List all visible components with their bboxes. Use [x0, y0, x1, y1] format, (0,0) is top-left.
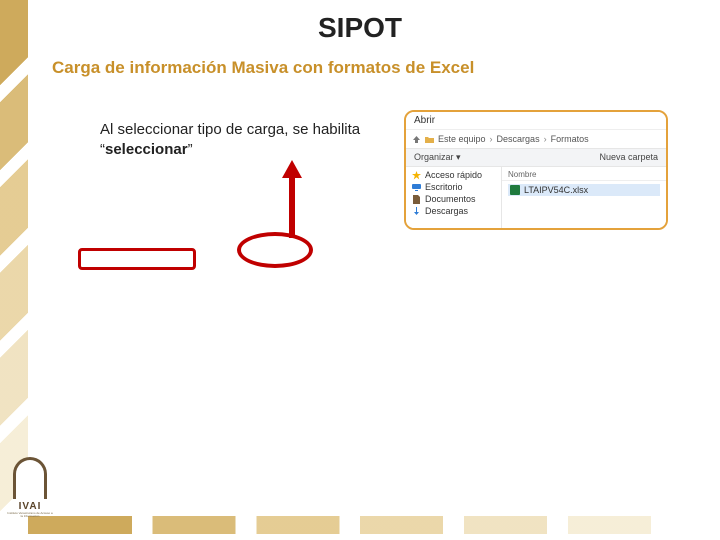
body-text-bold: seleccionar: [105, 141, 188, 158]
sidebar-item-label: Acceso rápido: [425, 170, 482, 180]
star-icon: [412, 171, 421, 180]
logo-subtext: Instituto Veracruzano de Acceso a la Inf…: [6, 512, 54, 518]
document-icon: [412, 195, 421, 204]
column-header-label: Nombre: [508, 170, 536, 179]
folder-icon: [425, 135, 434, 144]
body-text: Al seleccionar tipo de carga, se habilit…: [100, 120, 370, 159]
download-icon: [412, 207, 421, 216]
arrow-annotation-icon: [280, 160, 304, 238]
subtitle: Carga de información Masiva con formatos…: [52, 58, 474, 78]
column-header-name: Nombre: [502, 169, 666, 181]
sidebar-item-downloads[interactable]: Descargas: [406, 205, 501, 217]
path-seg-1: Descargas: [497, 134, 540, 144]
ivai-logo: IVAI Instituto Veracruzano de Acceso a l…: [6, 457, 54, 518]
sidebar-item-documents[interactable]: Documentos: [406, 193, 501, 205]
sidebar-item-label: Descargas: [425, 206, 468, 216]
path-seg-2: Formatos: [551, 134, 589, 144]
chevron-right-icon: ›: [544, 134, 547, 144]
up-arrow-icon: [412, 135, 421, 144]
body-text-suffix: ”: [188, 141, 193, 158]
dialog-toolbar: Organizar ▾ Nueva carpeta: [406, 149, 666, 167]
path-seg-0: Este equipo: [438, 134, 486, 144]
dialog-path: Este equipo › Descargas › Formatos: [406, 130, 666, 149]
dialog-sidebar: Acceso rápido Escritorio Documentos Desc…: [406, 167, 502, 230]
page-title: SIPOT: [0, 12, 720, 44]
toolbar-new-folder[interactable]: Nueva carpeta: [599, 152, 658, 163]
oval-annotation: [237, 232, 313, 268]
sidebar-item-desktop[interactable]: Escritorio: [406, 181, 501, 193]
dialog-title: Abrir: [406, 112, 666, 130]
file-open-dialog: Abrir Este equipo › Descargas › Formatos…: [404, 110, 668, 230]
rectangle-annotation: [78, 248, 196, 270]
file-name: LTAIPV54C.xlsx: [524, 185, 588, 195]
dialog-file-list: Nombre LTAIPV54C.xlsx: [502, 167, 666, 230]
sidebar-item-quick-access[interactable]: Acceso rápido: [406, 169, 501, 181]
toolbar-organize[interactable]: Organizar ▾: [414, 152, 461, 163]
sidebar-item-label: Documentos: [425, 194, 476, 204]
logo-arch-icon: [13, 457, 47, 499]
sidebar-item-label: Escritorio: [425, 182, 463, 192]
chevron-right-icon: ›: [490, 134, 493, 144]
desktop-icon: [412, 183, 421, 192]
file-row[interactable]: LTAIPV54C.xlsx: [508, 184, 660, 196]
decorative-bottom-stripe: [28, 516, 720, 534]
excel-file-icon: [510, 185, 520, 195]
